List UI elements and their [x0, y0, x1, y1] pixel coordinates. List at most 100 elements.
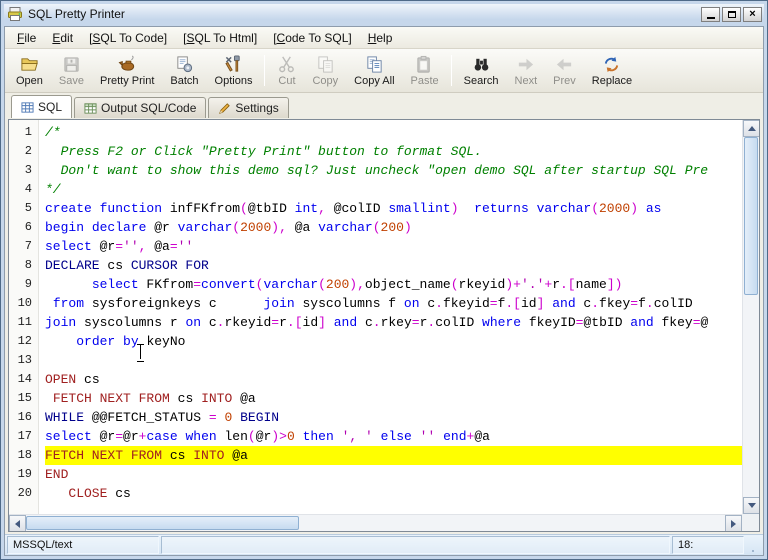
- line-number: 14: [17, 372, 32, 386]
- code-line-1[interactable]: /*: [45, 123, 742, 142]
- menu-item-help[interactable]: Help: [360, 29, 401, 47]
- arrow-down-icon: [747, 503, 756, 508]
- menu-item-file[interactable]: File: [9, 29, 44, 47]
- toolbar-button-next[interactable]: Next: [507, 52, 546, 89]
- code-line-17[interactable]: select @r=@r+case when len(@r)>0 then ',…: [45, 427, 742, 446]
- line-number: 2: [24, 144, 32, 158]
- sql-editor[interactable]: 1 2 3 4 5 6 7 8 9 10 11 12 13 14 15 16 17 18 19 20 /* Press…: [9, 120, 742, 514]
- code-line-12[interactable]: order by keyNo: [45, 332, 742, 351]
- code-line-2[interactable]: Press F2 or Click "Pretty Print" button …: [45, 142, 742, 161]
- tab-settings[interactable]: Settings: [208, 97, 289, 118]
- code-line-14[interactable]: OPEN cs: [45, 370, 742, 389]
- toolbar-button-cut[interactable]: Cut: [269, 52, 304, 89]
- client-area: File Edit [SQL To Code] [SQL To Html] [Code …: [4, 26, 764, 556]
- toolbar-button-copy[interactable]: Copy: [304, 52, 346, 89]
- menu-item-sql-to-html[interactable]: [SQL To Html]: [175, 29, 265, 47]
- code-line-7[interactable]: select @r='', @a='': [45, 237, 742, 256]
- line-number: 13: [17, 353, 32, 367]
- toolbar-button-prev[interactable]: Prev: [545, 52, 584, 89]
- status-cursor-position: 18:: [672, 536, 744, 554]
- menu-item-edit[interactable]: Edit: [44, 29, 81, 47]
- titlebar[interactable]: SQL Pretty Printer ×: [4, 4, 764, 26]
- toolbar-button-search[interactable]: Search: [456, 52, 507, 89]
- code-line-10[interactable]: from sysforeignkeys c join syscolumns f …: [45, 294, 742, 313]
- toolbar: Open Save Pretty Print Batch Options Cut Copy C…: [5, 49, 763, 93]
- open-folder-icon: [20, 55, 39, 74]
- toolbar-button-batch[interactable]: Batch: [162, 52, 206, 89]
- close-icon: ×: [749, 7, 756, 20]
- line-number: 6: [24, 220, 32, 234]
- arrow-left-icon: [15, 519, 20, 528]
- window-title: SQL Pretty Printer: [28, 7, 125, 21]
- vertical-scroll-track[interactable]: [743, 137, 759, 497]
- code-line-13[interactable]: [45, 351, 742, 370]
- close-button[interactable]: ×: [743, 6, 762, 22]
- toolbar-button-label: Options: [214, 75, 253, 87]
- line-number: 5: [24, 201, 32, 215]
- menu-item-sql-to-code[interactable]: [SQL To Code]: [81, 29, 175, 47]
- toolbar-button-replace[interactable]: Replace: [584, 52, 640, 89]
- line-number: 19: [17, 467, 32, 481]
- toolbar-button-paste[interactable]: Paste: [403, 52, 447, 89]
- grid-icon: [21, 101, 34, 114]
- line-number: 15: [17, 391, 32, 405]
- ibeam-cursor-icon: [136, 344, 145, 362]
- line-number: 10: [17, 296, 32, 310]
- maximize-button[interactable]: [722, 6, 741, 22]
- toolbar-button-pretty-print[interactable]: Pretty Print: [92, 52, 162, 89]
- code-line-3[interactable]: Don't want to show this demo sql? Just u…: [45, 161, 742, 180]
- scroll-down-button[interactable]: [743, 497, 759, 514]
- arrow-right-icon: [731, 519, 736, 528]
- code-line-16[interactable]: WHILE @@FETCH_STATUS = 0 BEGIN: [45, 408, 742, 427]
- horizontal-scrollbar[interactable]: [9, 514, 742, 531]
- arrow-up-icon: [747, 126, 756, 131]
- code-line-5[interactable]: create function infFKfrom(@tbID int, @co…: [45, 199, 742, 218]
- copy-all-icon: [365, 55, 384, 74]
- menu-item-code-to-sql[interactable]: [Code To SQL]: [265, 29, 360, 47]
- horizontal-scroll-thumb[interactable]: [26, 516, 299, 530]
- line-number: 18: [17, 448, 32, 462]
- line-number: 16: [17, 410, 32, 424]
- toolbar-button-label: Batch: [170, 75, 199, 87]
- scroll-up-button[interactable]: [743, 120, 759, 137]
- code-line-11[interactable]: join syscolumns r on c.rkeyid=r.[id] and…: [45, 313, 742, 332]
- toolbar-button-label: Copy: [312, 75, 339, 87]
- code-line-4[interactable]: */: [45, 180, 742, 199]
- copy-icon: [316, 55, 335, 74]
- status-dialect: MSSQL/text: [7, 536, 159, 554]
- resize-grip[interactable]: [746, 536, 761, 554]
- statusbar: MSSQL/text 18:: [5, 534, 763, 555]
- scroll-right-button[interactable]: [725, 515, 742, 531]
- horizontal-scroll-track[interactable]: [26, 515, 725, 531]
- maximize-icon: [727, 10, 736, 18]
- code-line-18[interactable]: FETCH NEXT FROM cs INTO @a: [45, 446, 742, 465]
- save-icon: [62, 55, 81, 74]
- code-line-20[interactable]: CLOSE cs: [45, 484, 742, 503]
- minimize-button[interactable]: [701, 6, 720, 22]
- menubar: File Edit [SQL To Code] [SQL To Html] [Code …: [5, 27, 763, 49]
- toolbar-button-label: Prev: [553, 75, 576, 87]
- toolbar-button-options[interactable]: Options: [207, 52, 261, 89]
- code-line-15[interactable]: FETCH NEXT FROM cs INTO @a: [45, 389, 742, 408]
- toolbar-button-copy-all[interactable]: Copy All: [346, 52, 402, 89]
- tab-sql[interactable]: SQL: [11, 95, 73, 118]
- line-number: 8: [24, 258, 32, 272]
- minimize-icon: [706, 16, 715, 19]
- code-line-19[interactable]: END: [45, 465, 742, 484]
- toolbar-button-label: Copy All: [354, 75, 395, 87]
- scroll-left-button[interactable]: [9, 515, 26, 531]
- tab-label: Settings: [235, 101, 279, 115]
- toolbar-button-save[interactable]: Save: [51, 52, 92, 89]
- line-number: 7: [24, 239, 32, 253]
- code-line-8[interactable]: DECLARE cs CURSOR FOR: [45, 256, 742, 275]
- line-number: 12: [17, 334, 32, 348]
- tab-output-sql-code[interactable]: Output SQL/Code: [74, 97, 207, 118]
- vertical-scrollbar[interactable]: [742, 120, 759, 514]
- line-number: 11: [17, 315, 32, 329]
- code-line-6[interactable]: begin declare @r varchar(2000), @a varch…: [45, 218, 742, 237]
- lamp-icon: [118, 55, 137, 74]
- vertical-scroll-thumb[interactable]: [744, 137, 758, 296]
- code-area[interactable]: /* Press F2 or Click "Pretty Print" butt…: [39, 120, 742, 514]
- toolbar-button-open[interactable]: Open: [8, 52, 51, 89]
- code-line-9[interactable]: select FKfrom=convert(varchar(200),objec…: [45, 275, 742, 294]
